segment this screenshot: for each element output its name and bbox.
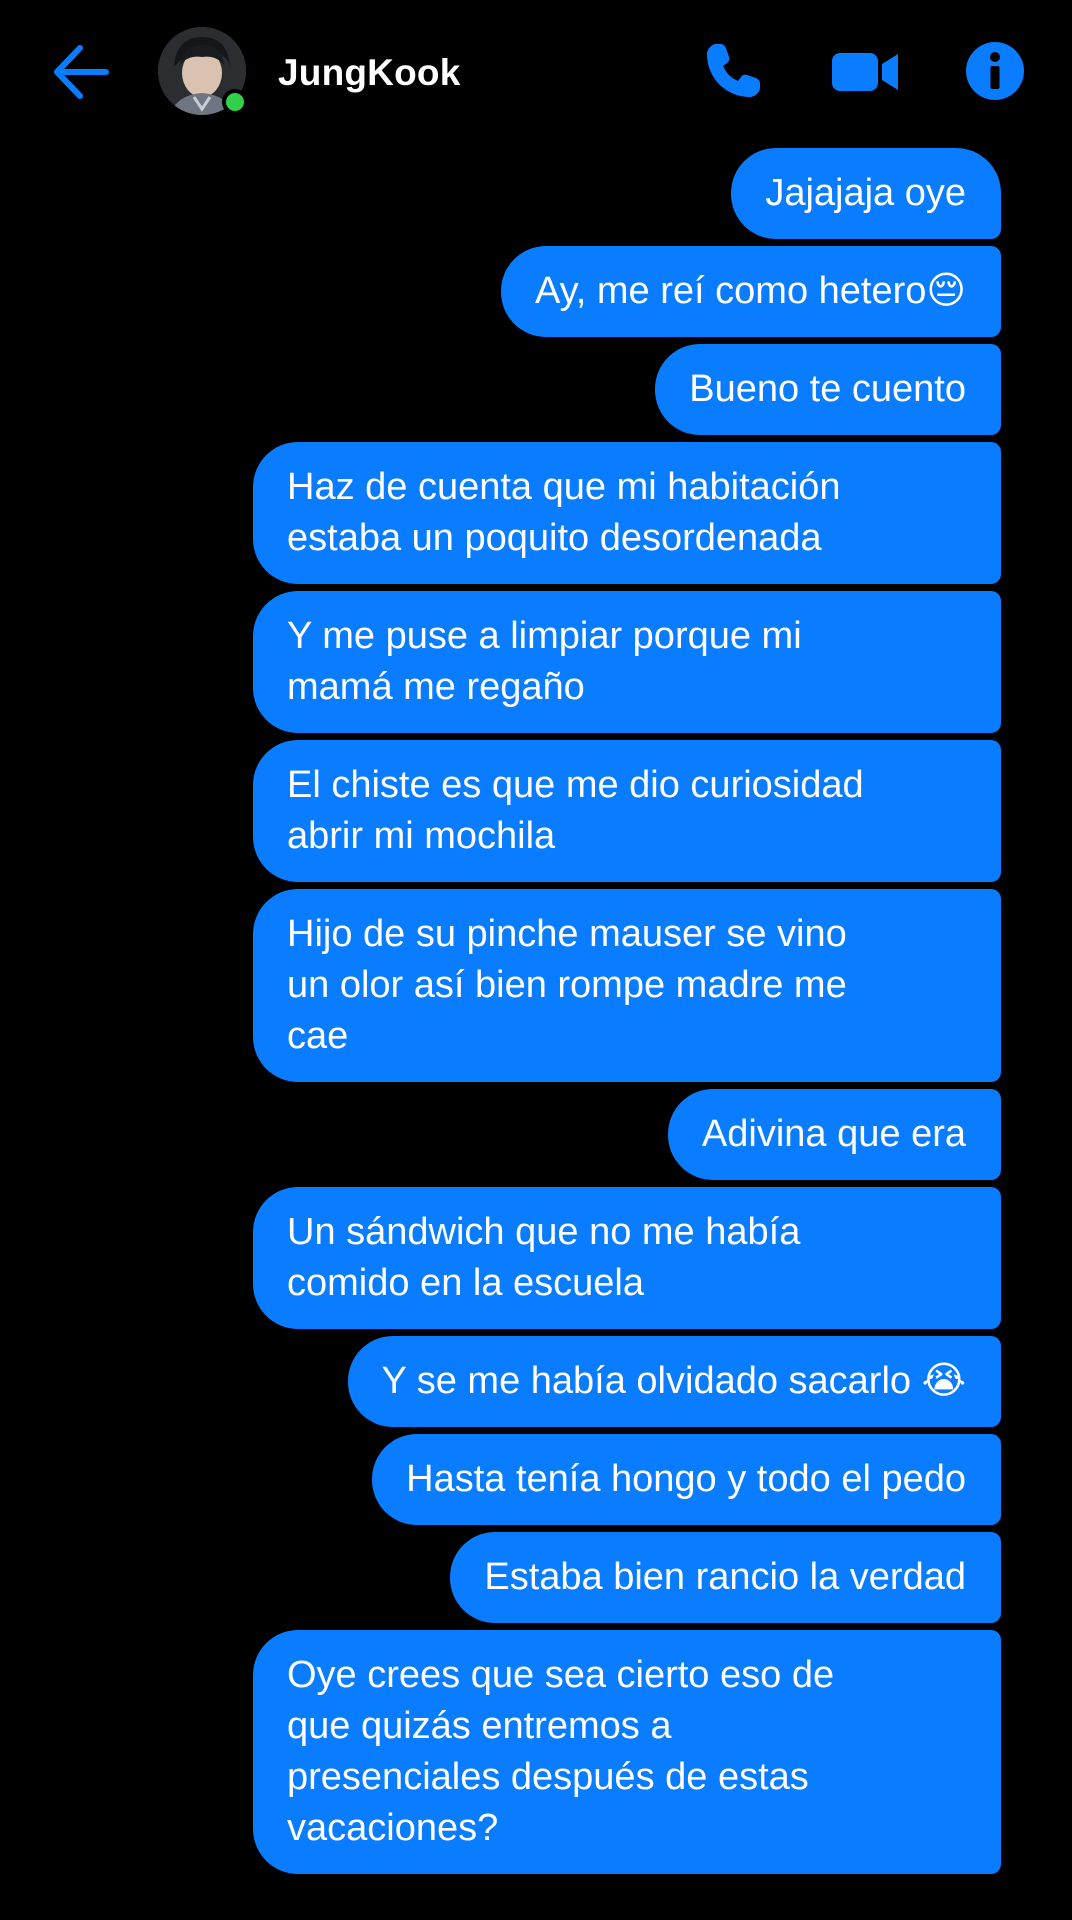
message-text: Y se me había olvidado sacarlo 😭 [381,1360,966,1402]
message-bubble[interactable]: Un sándwich que no me había comido en la… [253,1187,1001,1329]
message-bubble[interactable]: Hasta tenía hongo y todo el pedo [372,1434,1001,1525]
back-button[interactable] [50,42,110,102]
message-bubble[interactable]: Ay, me reí como hetero😔 [500,246,1001,337]
phone-icon [707,44,760,97]
message-text: Ay, me reí como hetero😔 [534,270,966,312]
message-bubble[interactable]: Oye crees que sea cierto eso de que quiz… [253,1630,1001,1874]
info-button[interactable] [964,40,1026,102]
arrow-left-icon [54,45,109,99]
message-bubble[interactable]: Hijo de su pinche mauser se vino un olor… [253,889,1001,1082]
message-bubble[interactable]: Y se me había olvidado sacarlo 😭 [347,1336,1001,1427]
info-icon [966,42,1024,100]
contact-name[interactable]: JungKook [278,52,460,94]
chat-header: JungKook [0,0,1072,140]
contact-avatar-button[interactable] [158,27,248,115]
video-camera-icon [832,53,898,91]
online-status-dot [222,89,248,115]
message-bubble[interactable]: Bueno te cuento [655,344,1001,435]
message-bubble[interactable]: El chiste es que me dio curiosidad abrir… [253,740,1001,882]
message-bubble[interactable]: Adivina que era [667,1089,1001,1180]
message-bubble[interactable]: Jajajaja oye [731,148,1001,239]
message-bubble[interactable]: Y me puse a limpiar porque mi mamá me re… [253,591,1001,733]
message-list[interactable]: Jajajaja oye Ay, me reí como hetero😔 Bue… [0,148,1001,1881]
call-button[interactable] [702,40,764,102]
video-call-button[interactable] [830,40,902,102]
message-bubble[interactable]: Haz de cuenta que mi habitación estaba u… [253,442,1001,584]
message-bubble[interactable]: Estaba bien rancio la verdad [450,1532,1001,1623]
